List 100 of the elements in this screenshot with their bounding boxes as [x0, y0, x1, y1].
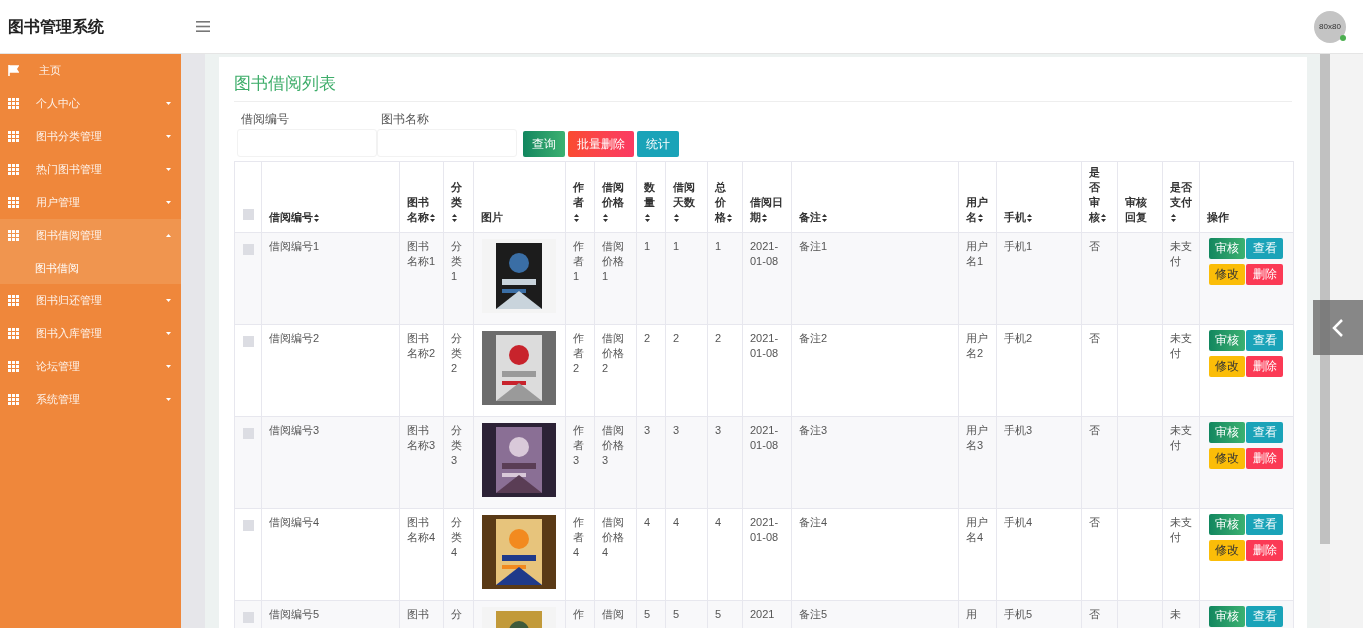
sort-icon[interactable] [452, 213, 457, 222]
sort-icon[interactable] [727, 213, 732, 222]
view-button[interactable]: 查看 [1246, 605, 1283, 627]
sort-icon[interactable] [430, 213, 435, 222]
table-cell: 否 [1089, 239, 1100, 252]
row-checkbox[interactable] [243, 427, 254, 439]
table-cell: 5 [715, 607, 722, 620]
sidebar-item[interactable]: 图书入库管理 [0, 317, 181, 350]
sidebar-item[interactable]: 主页 [0, 54, 181, 87]
submenu-item[interactable]: 图书借阅 [0, 252, 181, 284]
table-cell: 作者2 [573, 331, 584, 374]
review-button[interactable]: 审核 [1209, 237, 1245, 259]
delete-button[interactable]: 删除 [1246, 263, 1283, 285]
row-checkbox[interactable] [243, 335, 254, 347]
sidebar-item[interactable]: 热门图书管理 [0, 153, 181, 186]
table-cell: 借阅编号1 [269, 239, 320, 252]
table-cell: 未支付 [1170, 423, 1192, 451]
sidebar-item[interactable]: 图书归还管理 [0, 284, 181, 317]
field-label: 图书名称 [380, 110, 430, 128]
column-header[interactable]: 借阅编号 [261, 161, 400, 232]
sidebar-item[interactable]: 系统管理 [0, 383, 181, 416]
sort-icon[interactable] [1027, 213, 1032, 222]
edit-button[interactable]: 修改 [1209, 539, 1245, 561]
column-header[interactable]: 图书名称 [399, 161, 444, 232]
table-cell: 未支付 [1170, 239, 1192, 267]
table-cell: 否 [1089, 607, 1100, 620]
table-cell: 否 [1089, 423, 1100, 436]
sort-icon[interactable] [1171, 213, 1176, 222]
delete-button[interactable]: 删除 [1246, 447, 1283, 469]
review-button[interactable]: 审核 [1209, 421, 1245, 443]
column-header[interactable]: 借阅价格 [594, 161, 637, 232]
column-header[interactable]: 分类 [443, 161, 474, 232]
row-checkbox[interactable] [243, 519, 254, 531]
table-cell: 2021-01-08 [750, 515, 779, 543]
table-cell: 未支付 [1170, 515, 1192, 543]
row-checkbox[interactable] [243, 243, 254, 255]
edit-button[interactable]: 修改 [1209, 447, 1245, 469]
table-cell: 作 [573, 607, 584, 620]
review-button[interactable]: 审核 [1209, 513, 1245, 535]
table-cell: 未 [1170, 607, 1181, 620]
delete-button[interactable]: 删除 [1246, 539, 1283, 561]
table-cell: 1 [715, 239, 722, 252]
sort-icon[interactable] [314, 213, 319, 222]
column-header[interactable]: 是否支付 [1162, 161, 1200, 232]
table-cell: 借阅编号2 [269, 331, 320, 344]
sort-icon[interactable] [674, 213, 679, 222]
sidebar-item[interactable]: 图书分类管理 [0, 120, 181, 153]
table-cell: 3 [673, 423, 680, 436]
flag-icon [8, 65, 19, 76]
view-button[interactable]: 查看 [1246, 237, 1283, 259]
page-title: 图书借阅列表 [234, 71, 1292, 102]
table-cell: 5 [644, 607, 651, 620]
delete-button[interactable]: 删除 [1246, 355, 1283, 377]
sidebar-item[interactable]: 个人中心 [0, 87, 181, 120]
sidebar-item[interactable]: 图书借阅管理 [0, 219, 181, 252]
table-cell: 备注1 [799, 239, 828, 252]
table-cell: 用户名1 [966, 239, 988, 267]
search-button[interactable]: 查询 [523, 130, 565, 157]
table-cell: 备注3 [799, 423, 828, 436]
column-header[interactable]: 手机 [996, 161, 1082, 232]
avatar[interactable]: 80x80 [1314, 10, 1346, 43]
sort-icon[interactable] [978, 213, 983, 222]
select-all-checkbox[interactable] [243, 208, 254, 220]
grid-icon [8, 394, 19, 405]
table-cell: 作者3 [573, 423, 584, 466]
view-button[interactable]: 查看 [1246, 513, 1283, 535]
app-title: 图书管理系统 [7, 16, 105, 37]
view-button[interactable]: 查看 [1246, 329, 1283, 351]
sort-icon[interactable] [762, 213, 767, 222]
sidebar-item[interactable]: 用户管理 [0, 186, 181, 219]
review-button[interactable]: 审核 [1209, 329, 1245, 351]
sort-icon[interactable] [822, 213, 827, 222]
sidebar-item[interactable]: 论坛管理 [0, 350, 181, 383]
sort-icon[interactable] [574, 213, 579, 222]
column-header[interactable]: 总价格 [707, 161, 743, 232]
column-header[interactable]: 是否审核 [1081, 161, 1118, 232]
sort-icon[interactable] [603, 213, 608, 222]
batch-delete-button[interactable]: 批量删除 [568, 130, 634, 157]
table-cell: 手机4 [1004, 515, 1033, 528]
view-button[interactable]: 查看 [1246, 421, 1283, 443]
sort-icon[interactable] [1101, 213, 1106, 222]
table-cell: 手机2 [1004, 331, 1033, 344]
grid-icon [8, 230, 19, 241]
row-checkbox[interactable] [243, 611, 254, 623]
edit-button[interactable]: 修改 [1209, 263, 1245, 285]
column-header[interactable]: 备注 [791, 161, 959, 232]
review-button[interactable]: 审核 [1209, 605, 1245, 627]
table-cell: 分类2 [451, 331, 462, 374]
table-cell: 图书名称3 [407, 423, 436, 451]
column-header[interactable]: 借阅天数 [665, 161, 708, 232]
column-header[interactable]: 作者 [565, 161, 595, 232]
sort-icon[interactable] [645, 213, 650, 222]
column-header[interactable]: 借阅日期 [742, 161, 792, 232]
stats-button[interactable]: 统计 [637, 130, 679, 157]
column-header[interactable]: 数量 [636, 161, 666, 232]
grid-icon [8, 197, 19, 208]
menu-icon[interactable] [196, 21, 210, 32]
column-header[interactable]: 用户名 [958, 161, 997, 232]
table-cell: 借阅价格3 [602, 423, 624, 466]
edit-button[interactable]: 修改 [1209, 355, 1245, 377]
